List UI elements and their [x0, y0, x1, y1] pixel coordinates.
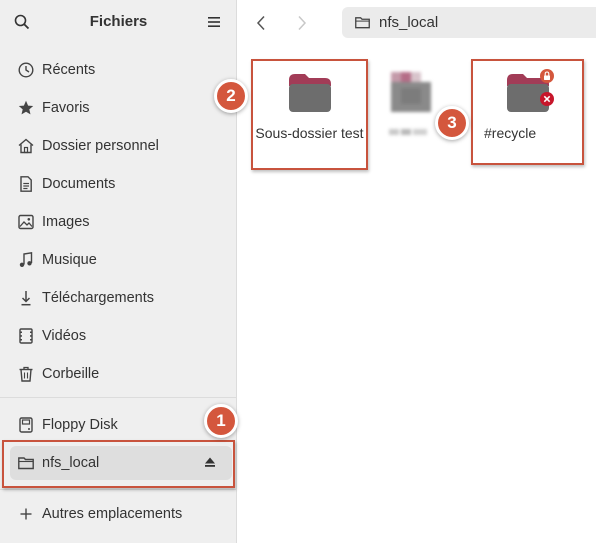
- sidebar-separator: [0, 489, 237, 490]
- sidebar-item-other-locations[interactable]: Autres emplacements: [10, 497, 232, 531]
- sidebar-item-floppy-disk[interactable]: Floppy Disk: [10, 408, 232, 442]
- video-icon: [16, 326, 36, 346]
- path-label: nfs_local: [379, 14, 439, 31]
- blurred-thumbnail-icon: [387, 70, 435, 116]
- hidden-file-item[interactable]: [383, 66, 443, 156]
- download-icon: [16, 288, 36, 308]
- star-icon: [16, 98, 36, 118]
- trash-icon: [16, 364, 36, 384]
- sidebar-separator: [0, 397, 237, 398]
- sidebar-header: Fichiers: [0, 0, 237, 44]
- back-button[interactable]: [251, 12, 271, 34]
- music-icon: [16, 250, 36, 270]
- sidebar-item-musique[interactable]: Musique: [10, 243, 232, 277]
- sidebar-item-documents[interactable]: Documents: [10, 167, 232, 201]
- annotation-highlight-recycle: [471, 59, 584, 165]
- blurred-label-icon: [389, 124, 429, 135]
- annotation-highlight-nfs-local: [2, 440, 235, 488]
- sidebar-item-label: Corbeille: [42, 366, 100, 382]
- sidebar-item-corbeille[interactable]: Corbeille: [10, 357, 232, 391]
- sidebar-item-label: Dossier personnel: [42, 138, 159, 154]
- sidebar-item-videos[interactable]: Vidéos: [10, 319, 232, 353]
- image-icon: [16, 212, 36, 232]
- sidebar-item-label: Images: [42, 214, 90, 230]
- header-bar: nfs_local: [238, 0, 596, 44]
- forward-button[interactable]: [292, 12, 312, 34]
- plus-icon: [16, 504, 36, 524]
- folder-network-icon: [354, 15, 371, 30]
- sidebar-item-label: Musique: [42, 252, 97, 268]
- drive-icon: [16, 415, 36, 435]
- sidebar-item-label: Autres emplacements: [42, 506, 183, 522]
- annotation-badge-3: 3: [435, 106, 469, 140]
- sidebar-item-label: Téléchargements: [42, 290, 155, 306]
- chevron-right-icon: [298, 15, 307, 31]
- sidebar-item-recents[interactable]: Récents: [10, 53, 232, 87]
- sidebar-item-label: Documents: [42, 176, 116, 192]
- annotation-highlight-subfolder: [251, 59, 368, 170]
- sidebar-item-label: Favoris: [42, 100, 90, 116]
- chevron-left-icon: [256, 15, 265, 31]
- home-icon: [16, 136, 36, 156]
- sidebar-item-favoris[interactable]: Favoris: [10, 91, 232, 125]
- annotation-badge-2: 2: [214, 79, 248, 113]
- location-path-bar[interactable]: nfs_local: [342, 7, 596, 38]
- sidebar-item-label: Vidéos: [42, 328, 87, 344]
- sidebar-item-label: Floppy Disk: [42, 417, 118, 433]
- sidebar-item-home[interactable]: Dossier personnel: [10, 129, 232, 163]
- sidebar-item-images[interactable]: Images: [10, 205, 232, 239]
- clock-icon: [16, 60, 36, 80]
- app-title: Fichiers: [89, 13, 148, 30]
- sidebar-item-label: Récents: [42, 62, 96, 78]
- annotation-badge-1: 1: [204, 404, 238, 438]
- sidebar-item-telechargements[interactable]: Téléchargements: [10, 281, 232, 315]
- document-icon: [16, 174, 36, 194]
- hamburger-menu-icon: [208, 17, 220, 27]
- main-menu-button[interactable]: [204, 12, 224, 32]
